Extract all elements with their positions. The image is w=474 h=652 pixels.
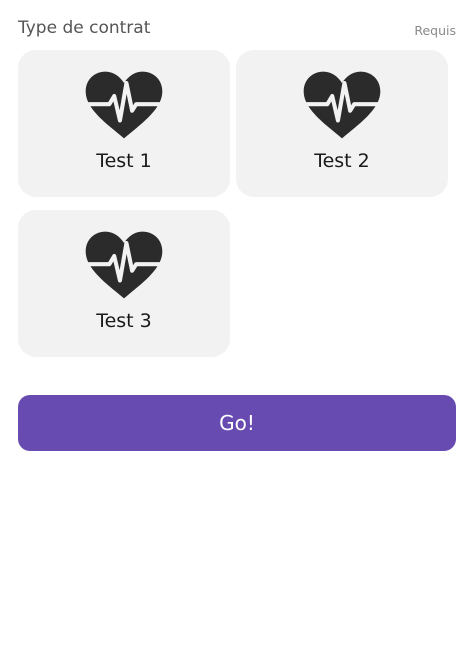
go-button[interactable]: Go! [18, 395, 456, 451]
required-indicator: Requis [414, 22, 456, 38]
heartbeat-icon [83, 230, 165, 300]
heartbeat-icon [301, 70, 383, 140]
contract-option-label: Test 3 [96, 310, 152, 332]
contract-option-label: Test 1 [96, 150, 152, 172]
contract-option-test-3[interactable]: Test 3 [18, 210, 230, 357]
section-title: Type de contrat [18, 18, 151, 38]
contract-type-screen: Type de contrat Requis Test 1 Test 2 Tes… [0, 0, 474, 652]
contract-option-test-2[interactable]: Test 2 [236, 50, 448, 197]
contract-option-label: Test 2 [314, 150, 370, 172]
section-header: Type de contrat Requis [18, 0, 456, 40]
heartbeat-icon [83, 70, 165, 140]
contract-options-grid: Test 1 Test 2 Test 3 [18, 50, 456, 357]
contract-option-test-1[interactable]: Test 1 [18, 50, 230, 197]
